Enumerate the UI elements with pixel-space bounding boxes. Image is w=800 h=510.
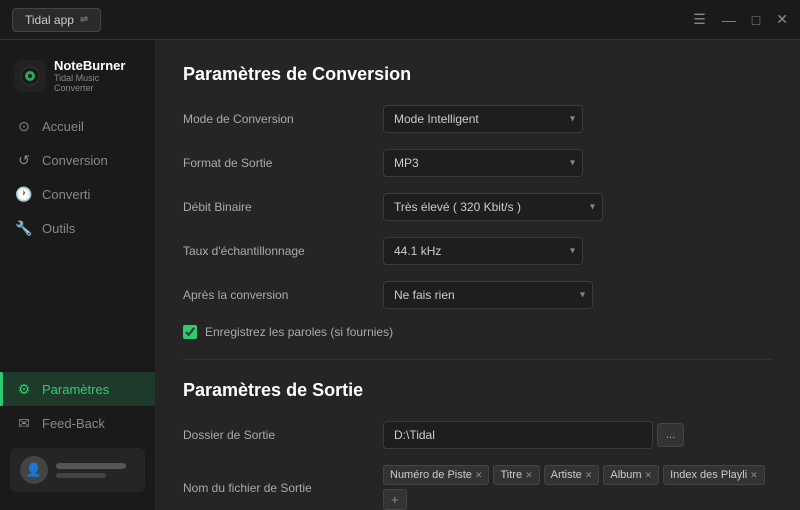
select-taux-echantillonnage[interactable]: 44.1 kHz 48 kHz [383,237,583,265]
menu-icon[interactable]: ☰ [693,11,706,28]
user-name-placeholder [56,463,126,469]
section-title-conversion: Paramètres de Conversion [183,64,772,85]
tidal-tab-icon: ⇌ [80,14,88,25]
tag-index-playli-close[interactable]: ✕ [750,470,758,481]
control-apres-conversion: Ne fais rien Ouvrir le dossier de sortie… [383,281,772,309]
outils-icon: 🔧 [16,220,32,236]
tidal-tab-label: Tidal app [25,13,74,27]
select-wrapper-taux: 44.1 kHz 48 kHz [383,237,583,265]
select-wrapper-mode: Mode Intelligent Mode Normal [383,105,583,133]
app-logo: NoteBurner Tidal Music Converter [0,50,155,109]
sidebar-item-converti[interactable]: 🕐 Converti [0,177,155,211]
tag-titre[interactable]: Titre ✕ [493,465,539,485]
minimize-icon[interactable]: — [722,12,736,28]
select-mode-conversion[interactable]: Mode Intelligent Mode Normal [383,105,583,133]
maximize-icon[interactable]: □ [752,12,760,28]
control-nom-fichier: Numéro de Piste ✕ Titre ✕ Artiste ✕ Albu… [383,465,772,510]
row-format-sortie: Format de Sortie MP3 AAC FLAC WAV [183,149,772,177]
feedback-icon: ✉ [16,415,32,431]
label-mode-conversion: Mode de Conversion [183,112,383,126]
close-icon[interactable]: ✕ [776,11,788,28]
app-body: NoteBurner Tidal Music Converter ⊙ Accue… [0,40,800,510]
section-title-sortie: Paramètres de Sortie [183,380,772,401]
logo-icon [14,60,46,92]
control-taux-echantillonnage: 44.1 kHz 48 kHz [383,237,772,265]
main-content: Paramètres de Conversion Mode de Convers… [155,40,800,510]
conversion-icon: ↺ [16,152,32,168]
row-debit-binaire: Débit Binaire Très élevé ( 320 Kbit/s ) … [183,193,772,221]
sidebar-item-outils-label: Outils [42,221,75,236]
avatar: 👤 [20,456,48,484]
tag-titre-close[interactable]: ✕ [525,470,533,481]
sidebar-item-accueil[interactable]: ⊙ Accueil [0,109,155,143]
tidal-tab[interactable]: Tidal app ⇌ [12,8,101,32]
user-profile[interactable]: 👤 [10,448,145,492]
tag-numero-piste-label: Numéro de Piste [390,469,472,481]
label-apres-conversion: Après la conversion [183,288,383,302]
paroles-label: Enregistrez les paroles (si fournies) [205,325,393,339]
tag-artiste-close[interactable]: ✕ [585,470,593,481]
select-format-sortie[interactable]: MP3 AAC FLAC WAV [383,149,583,177]
sidebar-item-conversion[interactable]: ↺ Conversion [0,143,155,177]
control-format-sortie: MP3 AAC FLAC WAV [383,149,772,177]
titlebar: Tidal app ⇌ ☰ — □ ✕ [0,0,800,40]
app-name: NoteBurner [54,58,141,73]
select-apres-conversion[interactable]: Ne fais rien Ouvrir le dossier de sortie… [383,281,593,309]
row-taux-echantillonnage: Taux d'échantillonnage 44.1 kHz 48 kHz [183,237,772,265]
tag-album[interactable]: Album ✕ [603,465,659,485]
user-info [56,463,135,478]
section-divider-1 [183,359,772,360]
parametres-icon: ⚙ [16,381,32,397]
select-debit-binaire[interactable]: Très élevé ( 320 Kbit/s ) Élevé ( 256 Kb… [383,193,603,221]
tag-artiste[interactable]: Artiste ✕ [544,465,600,485]
control-debit-binaire: Très élevé ( 320 Kbit/s ) Élevé ( 256 Kb… [383,193,772,221]
dossier-sortie-input[interactable] [383,421,653,449]
dossier-input-group: ... [383,421,772,449]
row-apres-conversion: Après la conversion Ne fais rien Ouvrir … [183,281,772,309]
tag-titre-label: Titre [500,469,522,481]
sidebar-item-feedback[interactable]: ✉ Feed-Back [0,406,155,440]
row-dossier-sortie: Dossier de Sortie ... [183,421,772,449]
sidebar-item-converti-label: Converti [42,187,90,202]
sidebar-item-conversion-label: Conversion [42,153,108,168]
tag-add-button[interactable]: + [383,489,407,510]
sidebar: NoteBurner Tidal Music Converter ⊙ Accue… [0,40,155,510]
label-format-sortie: Format de Sortie [183,156,383,170]
row-paroles: Enregistrez les paroles (si fournies) [183,325,772,339]
tag-album-label: Album [610,469,641,481]
accueil-icon: ⊙ [16,118,32,134]
label-debit-binaire: Débit Binaire [183,200,383,214]
tag-index-playli-label: Index des Playli [670,469,747,481]
sidebar-item-parametres[interactable]: ⚙ Paramètres [0,372,155,406]
select-wrapper-debit: Très élevé ( 320 Kbit/s ) Élevé ( 256 Kb… [383,193,603,221]
select-wrapper-apres: Ne fais rien Ouvrir le dossier de sortie… [383,281,593,309]
sidebar-item-feedback-label: Feed-Back [42,416,105,431]
window-controls: ☰ — □ ✕ [693,11,788,28]
row-nom-fichier: Nom du fichier de Sortie Numéro de Piste… [183,465,772,510]
tag-artiste-label: Artiste [551,469,582,481]
row-mode-conversion: Mode de Conversion Mode Intelligent Mode… [183,105,772,133]
logo-svg [19,65,41,87]
tag-numero-piste[interactable]: Numéro de Piste ✕ [383,465,489,485]
tags-container: Numéro de Piste ✕ Titre ✕ Artiste ✕ Albu… [383,465,772,510]
logo-text: NoteBurner Tidal Music Converter [54,58,141,93]
sidebar-item-outils[interactable]: 🔧 Outils [0,211,155,245]
sidebar-item-accueil-label: Accueil [42,119,84,134]
paroles-checkbox[interactable] [183,325,197,339]
select-wrapper-format: MP3 AAC FLAC WAV [383,149,583,177]
tag-numero-piste-close[interactable]: ✕ [475,470,483,481]
control-dossier-sortie: ... [383,421,772,449]
label-dossier-sortie: Dossier de Sortie [183,428,383,442]
sidebar-bottom: 👤 [0,440,155,500]
tag-album-close[interactable]: ✕ [645,470,653,481]
label-taux-echantillonnage: Taux d'échantillonnage [183,244,383,258]
sidebar-item-parametres-label: Paramètres [42,382,109,397]
converti-icon: 🕐 [16,186,32,202]
label-nom-fichier: Nom du fichier de Sortie [183,481,383,495]
control-mode-conversion: Mode Intelligent Mode Normal [383,105,772,133]
app-subtitle: Tidal Music Converter [54,73,141,93]
browse-button[interactable]: ... [657,423,684,447]
tag-index-playli[interactable]: Index des Playli ✕ [663,465,765,485]
user-sub-placeholder [56,473,106,478]
